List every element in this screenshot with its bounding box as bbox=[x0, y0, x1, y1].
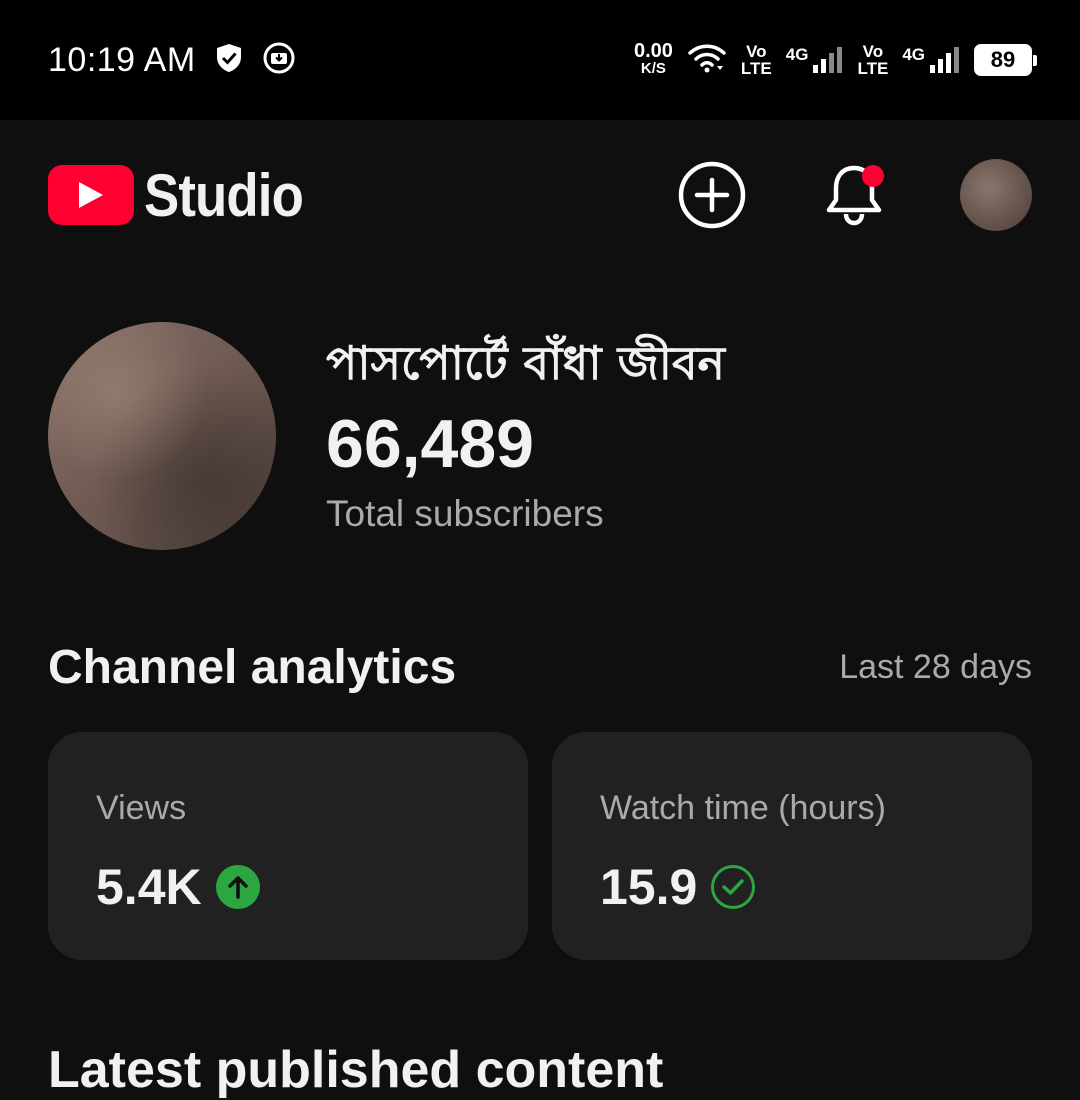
notifications-button[interactable] bbox=[818, 159, 890, 231]
sim1-network-label: 4G bbox=[785, 45, 809, 64]
account-avatar-button[interactable] bbox=[960, 159, 1032, 231]
volte-indicator-2: Vo LTE bbox=[857, 43, 888, 77]
volte2-top: Vo bbox=[862, 42, 884, 61]
status-left-icons bbox=[214, 41, 296, 80]
watch-time-label: Watch time (hours) bbox=[600, 789, 886, 827]
watch-time-value: 15.9 bbox=[600, 859, 698, 915]
latest-content-title: Latest published content bbox=[48, 1041, 664, 1099]
volte2-bottom: LTE bbox=[857, 59, 889, 78]
views-value: 5.4K bbox=[96, 859, 202, 915]
channel-info: পাসপোর্টে বাঁধা জীবন 66,489 Total subscr… bbox=[326, 333, 725, 539]
watch-time-card[interactable]: Watch time (hours) 15.9 bbox=[552, 732, 1032, 960]
subscriber-label: Total subscribers bbox=[326, 493, 604, 534]
logo-text: Studio bbox=[144, 161, 304, 229]
channel-analytics-header: Channel analytics Last 28 days bbox=[48, 640, 1032, 695]
status-bar: 10:19 AM 0.00 K/S Vo LTE 4G Vo LTE 4G 89 bbox=[0, 0, 1080, 120]
channel-header: পাসপোর্টে বাঁধা জীবন 66,489 Total subscr… bbox=[48, 322, 725, 550]
channel-name: পাসপোর্টে বাঁধা জীবন bbox=[326, 336, 726, 390]
analytics-period: Last 28 days bbox=[839, 648, 1032, 686]
views-label: Views bbox=[96, 789, 187, 827]
signal-icon-sim1: 4G bbox=[786, 45, 844, 75]
network-speed-unit: K/S bbox=[640, 60, 666, 77]
channel-analytics-title: Channel analytics bbox=[48, 641, 457, 694]
plus-circle-icon bbox=[678, 161, 746, 229]
channel-avatar[interactable] bbox=[48, 322, 276, 550]
youtube-studio-logo[interactable]: Studio bbox=[48, 161, 325, 230]
app-bar-actions bbox=[676, 159, 1032, 231]
create-button[interactable] bbox=[676, 159, 748, 231]
volte1-bottom: LTE bbox=[740, 59, 772, 78]
wifi-icon bbox=[687, 42, 727, 79]
network-speed-value: 0.00 bbox=[633, 40, 673, 62]
battery-level: 89 bbox=[990, 47, 1016, 72]
watch-time-value-row: 15.9 bbox=[600, 858, 984, 916]
notification-badge bbox=[862, 165, 884, 187]
status-time: 10:19 AM bbox=[48, 40, 196, 79]
battery-icon: 89 bbox=[974, 44, 1037, 76]
check-circle-icon bbox=[711, 865, 756, 909]
volte1-top: Vo bbox=[746, 42, 767, 61]
views-card[interactable]: Views 5.4K bbox=[48, 732, 528, 960]
shield-icon bbox=[214, 42, 244, 79]
volte-indicator-1: Vo LTE bbox=[741, 43, 772, 77]
status-right-icons: 0.00 K/S Vo LTE 4G Vo LTE 4G 89 bbox=[633, 40, 1037, 79]
network-speed: 0.00 K/S bbox=[633, 40, 673, 78]
subscriber-count: 66,489 bbox=[326, 406, 534, 482]
youtube-play-icon bbox=[48, 165, 134, 225]
arrow-up-icon bbox=[215, 865, 260, 909]
views-value-row: 5.4K bbox=[96, 858, 480, 916]
download-status-icon bbox=[262, 41, 296, 80]
signal-icon-sim2: 4G bbox=[902, 45, 960, 75]
sim2-network-label: 4G bbox=[902, 45, 925, 64]
app-bar: Studio bbox=[0, 120, 1080, 270]
